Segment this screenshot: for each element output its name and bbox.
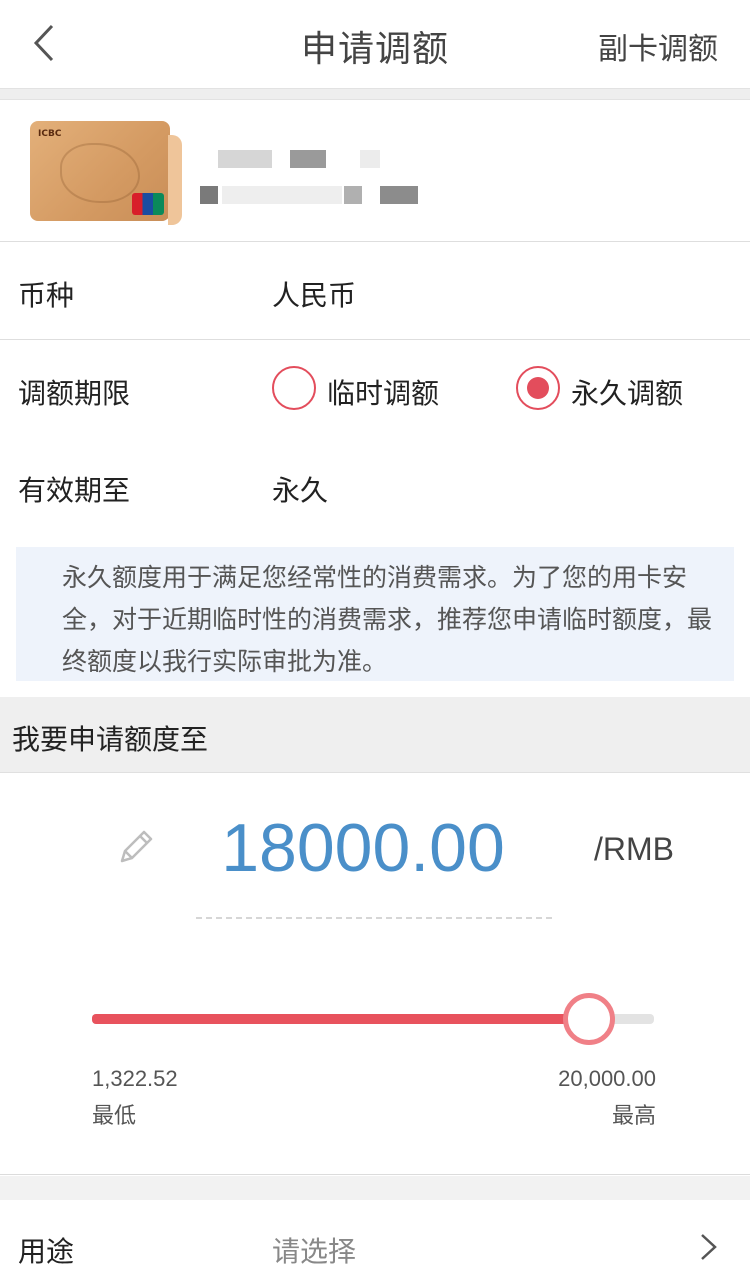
slider-fill <box>92 1014 590 1024</box>
temporary-radio[interactable] <box>272 366 316 410</box>
card-image: ICBC <box>30 121 170 221</box>
purpose-selector[interactable]: 用途 请选择 <box>0 1200 750 1282</box>
currency-row: 币种 人民币 <box>0 242 750 340</box>
currency-label: 币种 <box>18 279 75 312</box>
masked-card-name <box>218 150 272 168</box>
nav-bar: 申请调额 副卡调额 <box>0 0 750 88</box>
amount-section-header: 我要申请额度至 <box>0 697 750 773</box>
masked-card-number <box>344 186 362 204</box>
amount-unit: /RMB <box>594 831 674 867</box>
permanent-radio-label[interactable]: 永久调额 <box>571 372 683 412</box>
masked-card-number <box>222 186 342 204</box>
notice-text: 永久额度用于满足您经常性的消费需求。为了您的用卡安全，对于近期临时性的消费需求，… <box>16 547 734 681</box>
supplementary-card-adjust-link[interactable]: 副卡调额 <box>598 24 718 68</box>
slider-min-value: 1,322.52 <box>92 1066 178 1091</box>
masked-card-name <box>360 150 380 168</box>
purpose-placeholder: 请选择 <box>272 1235 357 1268</box>
divider <box>0 88 750 100</box>
divider <box>0 1176 750 1200</box>
card-shadow <box>168 135 182 225</box>
unionpay-logo <box>132 193 164 215</box>
valid-until-label: 有效期至 <box>18 474 131 507</box>
valid-until-row: 有效期至 永久 <box>0 437 750 535</box>
purpose-label: 用途 <box>18 1235 75 1268</box>
slider-min-label: 最低 <box>92 1104 137 1129</box>
amount-underline <box>196 917 552 919</box>
chevron-right-icon <box>701 1234 717 1260</box>
limit-slider[interactable] <box>92 993 654 1045</box>
slider-max-label: 最高 <box>611 1104 656 1129</box>
slider-thumb[interactable] <box>563 993 616 1045</box>
card-info-row: ICBC <box>0 100 750 242</box>
permanent-radio[interactable] <box>516 366 560 410</box>
masked-card-number <box>200 186 218 204</box>
masked-card-name <box>290 150 326 168</box>
radio-selected-dot <box>527 377 549 399</box>
amount-area: 18000.00 /RMB 1,322.52 最低 20,000.00 最高 <box>0 773 750 1175</box>
bank-logo: ICBC <box>38 129 62 139</box>
slider-max-value: 20,000.00 <box>558 1066 656 1091</box>
term-label: 调额期限 <box>18 377 131 410</box>
term-row: 调额期限 临时调额 永久调额 <box>0 340 750 438</box>
amount-section-title: 我要申请额度至 <box>12 723 209 756</box>
valid-until-value: 永久 <box>272 474 329 507</box>
card-map-decoration <box>60 143 140 203</box>
currency-value: 人民币 <box>272 279 357 312</box>
masked-card-number <box>380 186 418 204</box>
temporary-radio-label[interactable]: 临时调额 <box>327 372 439 412</box>
